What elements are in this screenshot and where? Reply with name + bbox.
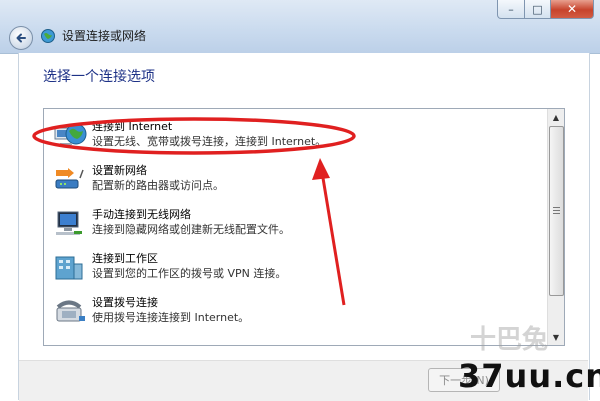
option-dialup[interactable]: 设置拨号连接 使用拨号连接连接到 Internet。 (52, 294, 542, 330)
option-description: 连接到隐藏网络或创建新无线配置文件。 (92, 223, 290, 236)
minimize-button[interactable]: – (497, 0, 525, 19)
network-globe-icon (41, 29, 55, 43)
scroll-thumb[interactable] (549, 126, 564, 296)
grip-line (553, 207, 560, 208)
connection-options-list: 连接到 Internet 设置无线、宽带或拨号连接，连接到 Internet。 … (43, 108, 565, 346)
option-title: 连接到 Internet (92, 120, 173, 133)
option-manual-wireless[interactable]: 手动连接到无线网络 连接到隐藏网络或创建新无线配置文件。 (52, 206, 542, 242)
option-description: 设置无线、宽带或拨号连接，连接到 Internet。 (92, 135, 327, 148)
watermark-ghost-logo: 十巴兔 (470, 325, 549, 355)
window-controls: – □ ✕ (497, 0, 594, 19)
workplace-building-icon (55, 256, 83, 280)
grip-line (553, 210, 560, 211)
router-icon (55, 168, 84, 189)
vertical-scrollbar[interactable]: ▲ ▼ (547, 109, 564, 345)
scroll-up-icon[interactable]: ▲ (548, 109, 564, 125)
option-new-network[interactable]: 设置新网络 配置新的路由器或访问点。 (52, 162, 542, 198)
option-title: 手动连接到无线网络 (92, 208, 191, 221)
grip-line (553, 213, 560, 214)
back-arrow-icon (16, 33, 26, 43)
option-title: 连接到工作区 (92, 252, 158, 265)
title-bar: – □ ✕ 设置连接或网络 (0, 0, 600, 54)
window-title: 设置连接或网络 (62, 29, 147, 43)
back-button[interactable] (9, 26, 33, 50)
page-heading: 选择一个连接选项 (43, 69, 155, 85)
option-title: 设置新网络 (92, 164, 147, 177)
option-title: 设置拨号连接 (92, 296, 158, 309)
option-workplace[interactable]: 连接到工作区 设置到您的工作区的拨号或 VPN 连接。 (52, 250, 542, 286)
option-description: 配置新的路由器或访问点。 (92, 179, 224, 192)
watermark-logo: 37uu.cn (458, 357, 600, 395)
maximize-button[interactable]: □ (525, 0, 551, 19)
wireless-computer-icon (56, 211, 82, 235)
dialup-phone-icon (56, 300, 85, 322)
option-description: 使用拨号连接连接到 Internet。 (92, 311, 250, 324)
globe-network-icon (54, 123, 87, 145)
option-connect-internet[interactable]: 连接到 Internet 设置无线、宽带或拨号连接，连接到 Internet。 (52, 118, 542, 154)
close-button[interactable]: ✕ (551, 0, 594, 19)
option-description: 设置到您的工作区的拨号或 VPN 连接。 (92, 267, 287, 280)
scroll-down-icon[interactable]: ▼ (548, 329, 564, 345)
